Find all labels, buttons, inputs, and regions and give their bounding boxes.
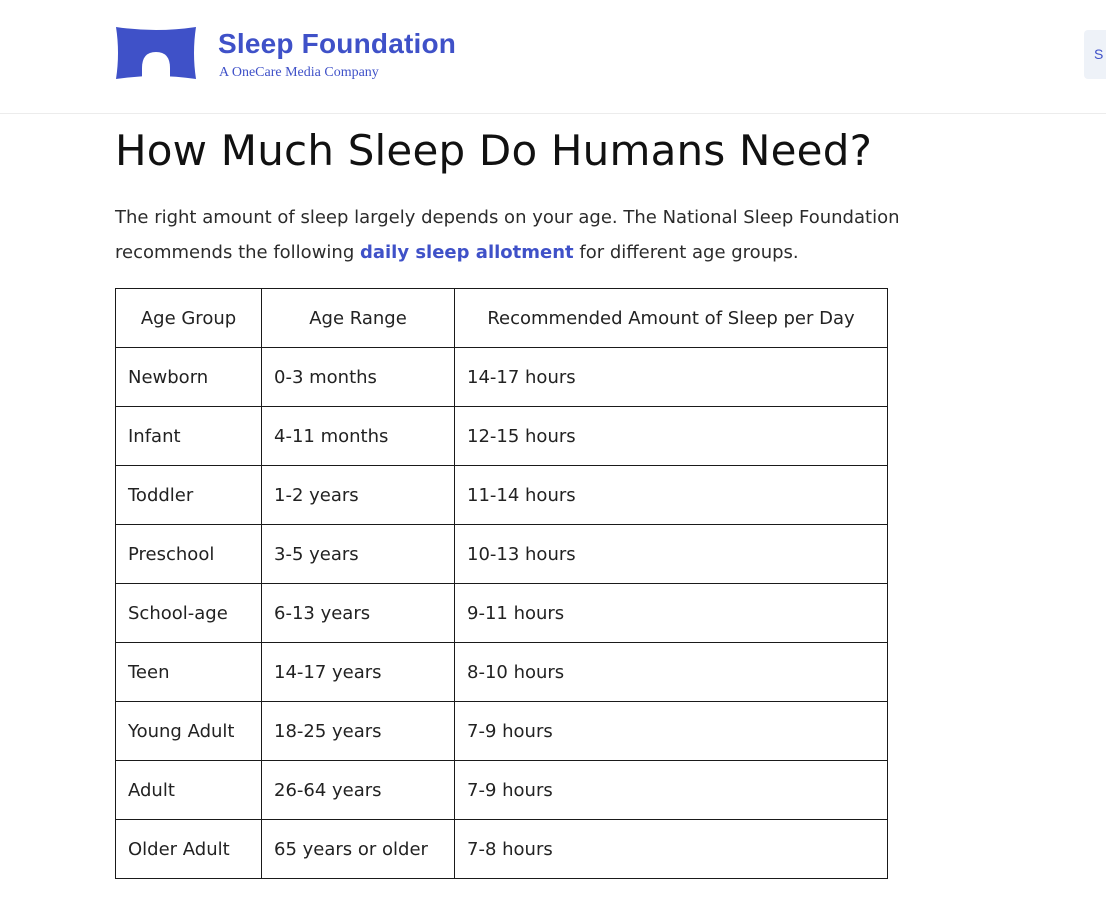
age-group-cell: Teen [115, 642, 262, 702]
age-range-cell: 14-17 years [261, 642, 455, 702]
table-row: School-age 6-13 years 9-11 hours [115, 583, 888, 643]
table-row: Infant 4-11 months 12-15 hours [115, 406, 888, 466]
age-range-cell: 65 years or older [261, 819, 455, 879]
age-range-cell: 1-2 years [261, 465, 455, 525]
age-group-cell: Infant [115, 406, 262, 466]
page-title: How Much Sleep Do Humans Need? [115, 126, 873, 175]
age-range-cell: 26-64 years [261, 760, 455, 820]
age-range-cell: 18-25 years [261, 701, 455, 761]
age-group-cell: Toddler [115, 465, 262, 525]
sleep-hours-cell: 7-9 hours [454, 701, 888, 761]
age-group-cell: School-age [115, 583, 262, 643]
age-range-cell: 6-13 years [261, 583, 455, 643]
table-header-row: Age Group Age Range Recommended Amount o… [115, 288, 888, 348]
header-action-button[interactable]: S [1084, 30, 1106, 79]
brand-tagline: A OneCare Media Company [219, 65, 379, 80]
brand-name: Sleep Foundation [218, 28, 457, 59]
sleep-hours-cell: 8-10 hours [454, 642, 888, 702]
age-group-cell: Older Adult [115, 819, 262, 879]
sleep-hours-cell: 10-13 hours [454, 524, 888, 584]
table-row: Adult 26-64 years 7-9 hours [115, 760, 888, 820]
column-header-age-group: Age Group [115, 288, 262, 348]
age-range-cell: 4-11 months [261, 406, 455, 466]
table-row: Teen 14-17 years 8-10 hours [115, 642, 888, 702]
table-row: Newborn 0-3 months 14-17 hours [115, 347, 888, 407]
age-group-cell: Young Adult [115, 701, 262, 761]
age-group-cell: Adult [115, 760, 262, 820]
age-range-cell: 3-5 years [261, 524, 455, 584]
table-row: Older Adult 65 years or older 7-8 hours [115, 819, 888, 879]
intro-paragraph: The right amount of sleep largely depend… [115, 200, 985, 270]
column-header-recommended-sleep: Recommended Amount of Sleep per Day [454, 288, 888, 348]
table-row: Preschool 3-5 years 10-13 hours [115, 524, 888, 584]
age-group-cell: Newborn [115, 347, 262, 407]
table-row: Toddler 1-2 years 11-14 hours [115, 465, 888, 525]
sleep-hours-cell: 11-14 hours [454, 465, 888, 525]
sleep-hours-cell: 9-11 hours [454, 583, 888, 643]
sleep-hours-cell: 12-15 hours [454, 406, 888, 466]
daily-sleep-allotment-link[interactable]: daily sleep allotment [360, 242, 574, 263]
age-range-cell: 0-3 months [261, 347, 455, 407]
site-logo-link[interactable]: Sleep Foundation A OneCare Media Company [112, 24, 456, 82]
article-body: How Much Sleep Do Humans Need? The right… [115, 122, 995, 288]
sleep-hours-cell: 7-8 hours [454, 819, 888, 879]
pillow-logo-icon [116, 27, 196, 79]
sleep-hours-cell: 14-17 hours [454, 347, 888, 407]
column-header-age-range: Age Range [261, 288, 455, 348]
table-row: Young Adult 18-25 years 7-9 hours [115, 701, 888, 761]
sleep-recommendation-table: Age Group Age Range Recommended Amount o… [115, 288, 888, 879]
sleep-hours-cell: 7-9 hours [454, 760, 888, 820]
intro-text-end: for different age groups. [573, 242, 799, 263]
age-group-cell: Preschool [115, 524, 262, 584]
site-header: Sleep Foundation A OneCare Media Company… [0, 0, 1106, 114]
